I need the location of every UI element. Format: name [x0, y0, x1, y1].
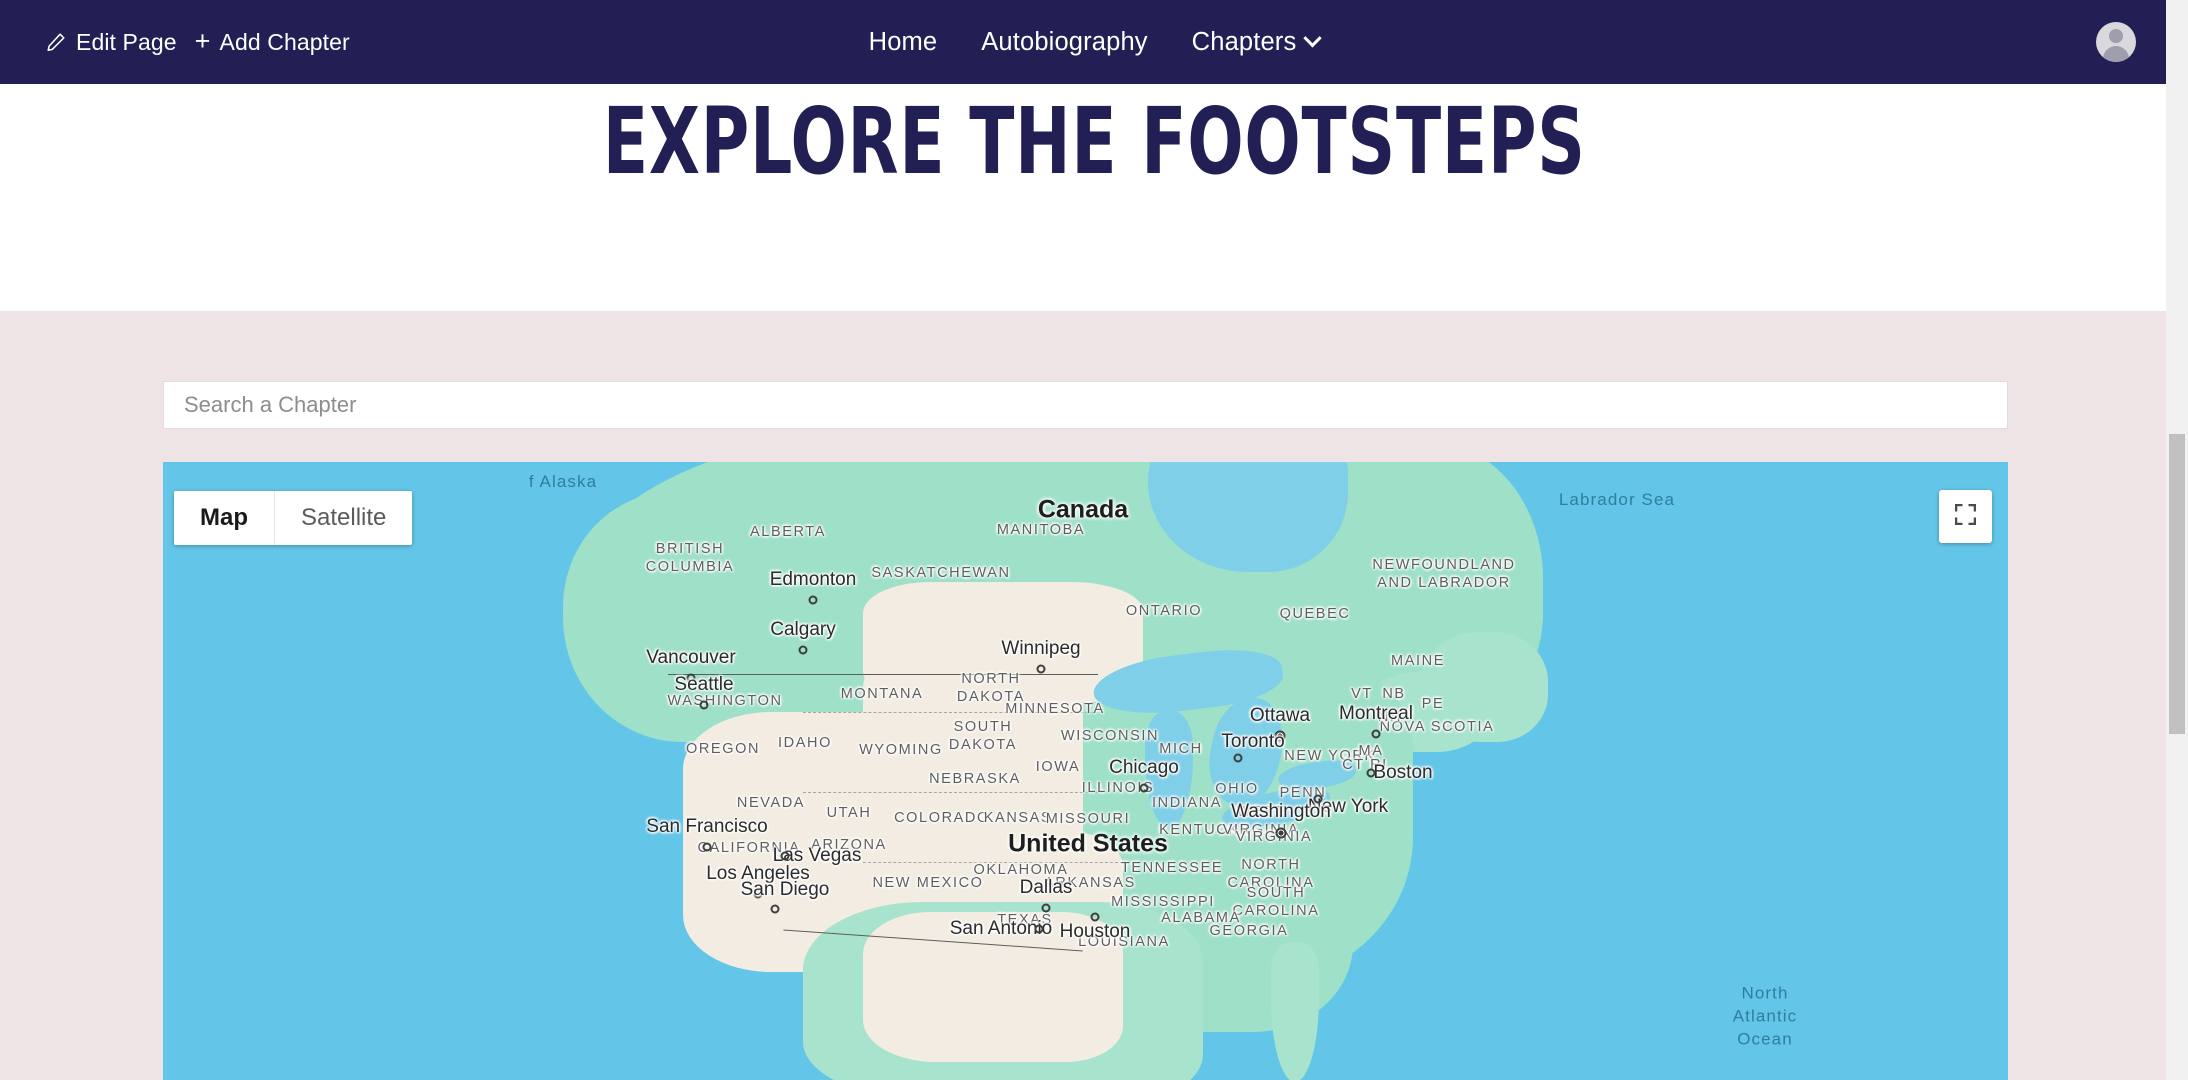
page-root: Edit Page + Add Chapter Home Autobiograp… — [0, 0, 2188, 1080]
map-label-water: f Alaska — [528, 472, 598, 491]
map-city-dot — [686, 673, 696, 683]
search-bar — [163, 381, 2008, 429]
map-type-switcher: Map Satellite — [174, 491, 413, 545]
top-navigation-bar: Edit Page + Add Chapter Home Autobiograp… — [0, 0, 2188, 84]
map-city-dot — [1036, 664, 1046, 674]
map-city-dot — [1233, 753, 1243, 763]
page-title: EXPLORE THE FOOTSTEPS — [602, 88, 1586, 195]
map-city-dot — [1139, 783, 1149, 793]
map-city-dot — [1371, 729, 1381, 739]
map-type-satellite-button[interactable]: Satellite — [274, 491, 413, 545]
nav-link-chapters-label: Chapters — [1191, 27, 1297, 56]
avatar[interactable] — [2096, 22, 2136, 62]
chevron-down-icon — [1303, 28, 1323, 47]
map-label-water: North Atlantic Ocean — [1732, 983, 1798, 1049]
nav-link-home-label: Home — [868, 27, 938, 56]
chapter-map-section: Canada United States f Alaska Labrador S… — [0, 311, 2188, 1080]
map-city-dot — [770, 904, 780, 914]
map-type-map-button[interactable]: Map — [174, 491, 274, 545]
map-city-dot — [1274, 730, 1286, 742]
map-city-dot — [1041, 903, 1051, 913]
map-city-dot — [702, 842, 712, 852]
fullscreen-button[interactable] — [1939, 490, 1992, 543]
map-border-state-grid-1 — [803, 712, 1103, 713]
vertical-scrollbar[interactable] — [2166, 0, 2188, 1080]
map-city-dot — [1090, 912, 1100, 922]
map-land-pacific-northwest — [563, 492, 823, 742]
map-city-dot — [1366, 768, 1376, 778]
nav-link-autobiography-label: Autobiography — [981, 27, 1148, 56]
map-border-us-canada-west — [668, 674, 1098, 675]
map-city-dot — [1034, 924, 1044, 934]
nav-link-chapters[interactable]: Chapters — [1170, 28, 1342, 57]
map-city-dot — [753, 889, 763, 899]
map-city-dot — [1275, 827, 1287, 839]
map-city-dot — [1313, 794, 1323, 804]
map-city-dot — [798, 645, 808, 655]
nav-primary-links: Home Autobiography Chapters — [0, 28, 2188, 57]
map-land-mexico-arid — [863, 912, 1123, 1062]
map-city-dot — [808, 595, 818, 605]
avatar-body — [2103, 46, 2129, 62]
fullscreen-icon — [1953, 502, 1978, 532]
avatar-head — [2109, 29, 2123, 43]
chapter-map[interactable]: Canada United States f Alaska Labrador S… — [163, 462, 2008, 1080]
map-label-water: Labrador Sea — [1558, 490, 1676, 509]
hero-section: EXPLORE THE FOOTSTEPS — [0, 84, 2188, 311]
nav-link-home[interactable]: Home — [847, 28, 960, 57]
nav-link-autobiography[interactable]: Autobiography — [959, 28, 1169, 57]
search-input[interactable] — [163, 381, 2008, 429]
map-city-dot — [780, 851, 790, 861]
map-border-state-grid-3 — [863, 862, 1123, 863]
map-canvas: Canada United States f Alaska Labrador S… — [163, 462, 2008, 1080]
vertical-scrollbar-thumb[interactable] — [2169, 434, 2185, 734]
map-city-dot — [699, 700, 709, 710]
map-land-florida — [1271, 942, 1319, 1080]
map-border-state-grid-2 — [803, 792, 1103, 793]
